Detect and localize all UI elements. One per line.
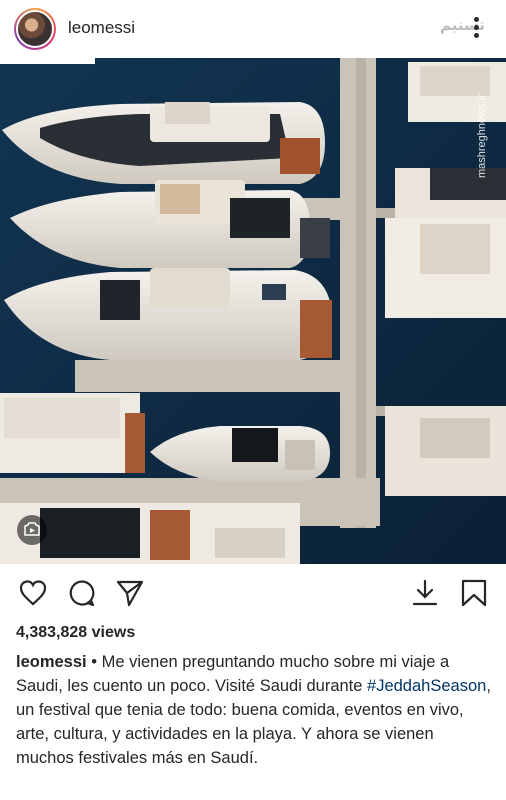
- video-icon: [17, 515, 47, 545]
- comment-icon[interactable]: [67, 578, 97, 608]
- side-watermark: mashreghnews.ir: [476, 94, 488, 178]
- caption-separator: •: [86, 653, 102, 671]
- view-count[interactable]: 4,383,828 views: [16, 624, 135, 642]
- heart-icon[interactable]: [18, 578, 48, 608]
- more-vertical-icon[interactable]: [470, 14, 482, 46]
- action-bar: [0, 568, 506, 618]
- post-caption: leomessi • Me vienen preguntando mucho s…: [16, 650, 494, 770]
- caption-username[interactable]: leomessi: [16, 653, 87, 671]
- post-video[interactable]: mashreghnews.ir: [0, 58, 506, 564]
- avatar[interactable]: [14, 8, 56, 50]
- marina-aerial-image: [0, 58, 506, 564]
- username[interactable]: leomessi: [68, 18, 135, 38]
- download-icon[interactable]: [410, 578, 440, 608]
- post-header: leomessi تسنیم: [0, 0, 506, 58]
- bookmark-icon[interactable]: [459, 578, 489, 608]
- caption-hashtag[interactable]: #JeddahSeason: [367, 677, 486, 695]
- share-icon[interactable]: [115, 578, 145, 608]
